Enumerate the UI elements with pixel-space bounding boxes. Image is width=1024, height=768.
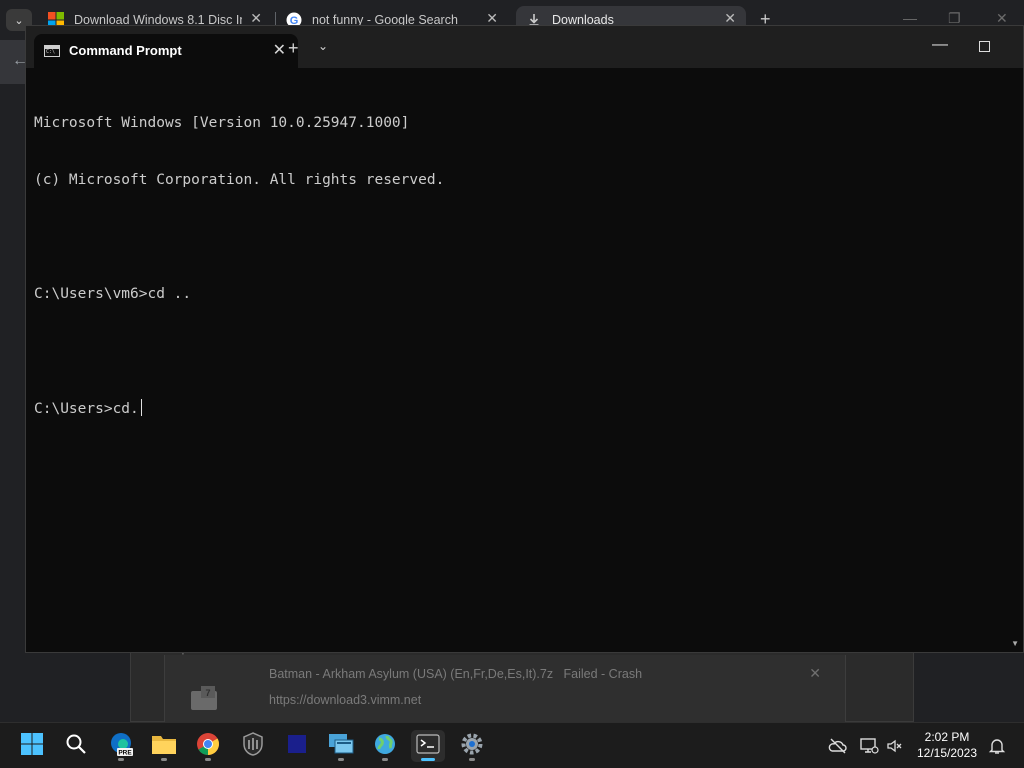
scroll-down-arrow-icon[interactable]: ▼ [1011,639,1019,648]
terminal-window: Command Prompt ✕ + ⌄ — Microsoft Windows… [25,25,1024,653]
terminal-prompt-line[interactable]: C:\Users>cd. [34,399,1014,418]
system-clock[interactable]: 2:02 PM 12/15/2023 [914,729,980,761]
new-tab-button[interactable]: + [288,38,299,59]
pre-badge-text: PRE [118,749,132,756]
globe-app-icon [373,732,397,761]
shield-app-icon [242,731,264,761]
file-explorer-button[interactable] [147,730,181,762]
running-indicator [161,758,167,761]
settings-icon [460,732,484,761]
running-indicator [382,758,388,761]
search-button[interactable] [59,730,93,762]
chrome-button[interactable] [191,730,225,762]
running-indicator [421,758,435,761]
volume-muted-icon[interactable] [885,736,905,756]
remote-desktop-icon [328,732,354,761]
blue-app-button[interactable] [280,730,314,762]
shield-app-button[interactable] [236,730,270,762]
terminal-tab-command-prompt[interactable]: Command Prompt ✕ [34,34,298,68]
terminal-icon [416,733,440,759]
download-url[interactable]: https://download3.vimm.net [269,693,421,707]
taskbar: PRE 2:02 PM 12/15/2023 [0,722,1024,768]
text-cursor [140,399,142,416]
remote-desktop-button[interactable] [324,730,358,762]
onedrive-off-icon[interactable] [828,736,848,756]
network-icon[interactable] [859,736,879,756]
edge-pre-button[interactable]: PRE [104,730,138,762]
edge-pre-icon: PRE [108,731,134,762]
download-item[interactable]: 7 Batman - Arkham Asylum (USA) (En,Fr,De… [164,655,846,723]
search-icon [65,733,87,760]
settings-button[interactable] [455,730,489,762]
running-indicator [205,758,211,761]
terminal-line: C:\Users\vm6>cd .. [34,286,192,302]
cmd-icon [44,45,60,57]
running-indicator [118,758,124,761]
globe-app-button[interactable] [368,730,402,762]
running-indicator [338,758,344,761]
chevron-down-icon: ⌄ [14,14,24,27]
terminal-input-text: C:\Users>cd. [34,401,139,417]
terminal-line: (c) Microsoft Corporation. All rights re… [34,172,445,188]
terminal-output[interactable]: Microsoft Windows [Version 10.0.25947.10… [34,76,1014,646]
maximize-button[interactable] [979,41,990,52]
blue-app-icon [286,733,308,760]
file-explorer-icon [151,733,177,760]
terminal-button[interactable] [411,730,445,762]
minimize-button[interactable]: — [932,36,948,54]
close-icon[interactable]: ✕ [273,40,286,60]
terminal-line: Microsoft Windows [Version 10.0.25947.10… [34,115,410,131]
close-icon[interactable]: ✕ [809,665,821,682]
svg-text:7: 7 [205,688,210,698]
download-status-text: Failed - Crash [563,667,643,681]
download-file-name: Batman - Arkham Asylum (USA) (En,Fr,De,E… [269,667,642,681]
running-indicator [469,758,475,761]
notification-bell-icon[interactable] [987,736,1007,756]
clock-date: 12/15/2023 [916,746,978,760]
chevron-down-icon[interactable]: ⌄ [318,39,328,53]
terminal-tab-title: Command Prompt [69,43,182,58]
file-name-text: Batman - Arkham Asylum (USA) (En,Fr,De,E… [269,667,554,681]
minimize-icon[interactable]: — [903,10,917,26]
start-button[interactable] [15,730,49,762]
clock-time: 2:02 PM [924,730,970,744]
terminal-title-bar: Command Prompt ✕ + ⌄ — [26,26,1023,68]
chrome-icon [196,732,220,761]
start-icon [20,732,44,761]
archive-file-icon: 7 [189,685,219,711]
